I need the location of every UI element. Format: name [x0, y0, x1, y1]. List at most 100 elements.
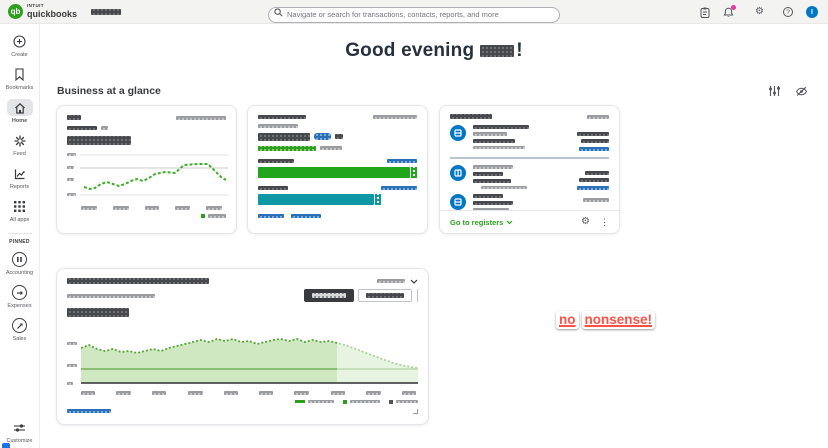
- card-period-dropdown-redacted[interactable]: [373, 115, 417, 119]
- redacted-text: [473, 165, 513, 169]
- redacted-text: [473, 201, 513, 205]
- legend-swatch: [343, 399, 347, 404]
- filter-sliders-icon[interactable]: [768, 85, 781, 97]
- card-menu-redacted[interactable]: [587, 114, 609, 119]
- expenses-bar[interactable]: [258, 193, 374, 205]
- sidebar-item-customize[interactable]: Customize: [0, 419, 39, 444]
- toggle-label-redacted: [366, 293, 404, 298]
- notification-dot-badge: [731, 4, 737, 10]
- badge-redacted: [314, 133, 331, 140]
- quickbooks-logo[interactable]: qb INTUIT quickbooks: [8, 4, 77, 19]
- card-amount-redacted: [67, 308, 129, 317]
- brand-product-label: quickbooks: [27, 8, 78, 19]
- legend-label-redacted: [350, 399, 380, 404]
- card-period-dropdown-redacted[interactable]: [377, 279, 405, 283]
- cashflow-area-chart: [81, 324, 418, 384]
- x-label-redacted: [113, 206, 129, 210]
- account-link-redacted[interactable]: [577, 186, 609, 190]
- reports-chart-icon: [14, 169, 24, 179]
- sidebar-item-reports[interactable]: Reports: [0, 165, 39, 190]
- chat-widget-fragment[interactable]: [2, 443, 10, 448]
- y-tick-redacted: [67, 193, 76, 196]
- sidebar-item-feed[interactable]: Feed: [0, 132, 39, 157]
- left-sidebar: Create Bookmarks Home Feed Reports All a…: [0, 24, 40, 448]
- balance-redacted: [577, 132, 609, 136]
- footer-link-redacted[interactable]: [291, 213, 321, 218]
- more-options-icon[interactable]: ⋮: [600, 217, 609, 227]
- page-greeting: Good evening!: [345, 40, 523, 61]
- y-tick-redacted: [67, 382, 73, 385]
- sidebar-item-accounting[interactable]: Accounting: [0, 251, 39, 276]
- x-label-redacted: [223, 391, 238, 395]
- sidebar-item-bookmarks[interactable]: Bookmarks: [0, 66, 39, 91]
- sidebar-divider: [7, 233, 32, 234]
- greeting-name-redacted: [480, 44, 515, 57]
- bank-icon: [450, 194, 466, 210]
- footer-link-redacted[interactable]: [258, 213, 284, 218]
- footer-link-redacted[interactable]: [67, 409, 111, 413]
- top-bar: qb INTUIT quickbooks ⚙ ? I: [0, 0, 828, 24]
- account-name-redacted: [473, 171, 503, 176]
- widget-settings-gear-icon[interactable]: ⚙: [581, 217, 590, 227]
- sidebar-item-create[interactable]: Create: [0, 33, 39, 58]
- apps-grid-icon: [14, 201, 25, 212]
- bank-icon: [450, 125, 466, 141]
- home-icon: [14, 102, 25, 114]
- green-link-redacted[interactable]: [258, 145, 316, 151]
- redacted-text: [335, 134, 343, 139]
- card-title-redacted: [67, 278, 209, 284]
- account-avatar[interactable]: I: [806, 6, 818, 18]
- bank-account-row[interactable]: [450, 194, 609, 212]
- income-bar-end: [411, 166, 417, 178]
- sidebar-item-home[interactable]: Home: [0, 99, 39, 124]
- redacted-text: [258, 124, 298, 128]
- x-label-redacted: [187, 391, 203, 395]
- x-label-redacted: [206, 206, 222, 210]
- account-divider: [450, 157, 609, 159]
- toggle-money-in[interactable]: [304, 289, 354, 302]
- sidebar-item-expenses[interactable]: Expenses: [0, 284, 39, 309]
- legend-label-redacted: [308, 399, 334, 404]
- income-amount-link-redacted[interactable]: [387, 158, 417, 163]
- hide-eye-icon[interactable]: [795, 86, 808, 97]
- customize-sliders-icon: [14, 423, 25, 432]
- card-amount-redacted: [67, 136, 131, 145]
- help-icon[interactable]: ?: [783, 7, 793, 17]
- settings-gear-icon[interactable]: ⚙: [755, 7, 764, 17]
- balance-redacted: [585, 171, 609, 175]
- balance-redacted: [581, 139, 609, 143]
- x-label-redacted: [365, 391, 381, 395]
- balance-redacted: [579, 178, 609, 182]
- sales-icon: [12, 318, 27, 333]
- tasks-icon[interactable]: [700, 7, 710, 18]
- card-title-redacted: [258, 115, 306, 119]
- global-search: [268, 4, 560, 23]
- trend-line-chart: [80, 154, 228, 196]
- search-input[interactable]: [268, 6, 560, 23]
- notifications-icon[interactable]: [723, 4, 737, 18]
- toggle-money-out[interactable]: [358, 289, 412, 302]
- x-label-redacted: [116, 391, 132, 395]
- card-amount-redacted: [258, 132, 310, 141]
- bank-account-row[interactable]: [450, 165, 609, 190]
- bookmark-icon: [15, 68, 24, 81]
- redacted-text: [473, 178, 511, 183]
- company-name-redacted[interactable]: [91, 8, 122, 15]
- account-name-redacted: [473, 125, 529, 129]
- chevron-down-icon[interactable]: [410, 279, 418, 284]
- sidebar-item-all-apps[interactable]: All apps: [0, 198, 39, 223]
- income-bar[interactable]: [258, 166, 411, 178]
- redacted-text: [67, 115, 81, 120]
- card-title-redacted: [450, 114, 492, 119]
- x-label-redacted: [330, 391, 345, 395]
- go-to-registers-link[interactable]: Go to registers: [450, 218, 513, 227]
- card-period-dropdown-redacted[interactable]: [176, 115, 226, 120]
- x-label-redacted: [175, 206, 190, 210]
- card-tab-dropdown-redacted[interactable]: [67, 126, 97, 130]
- resize-handle[interactable]: [413, 408, 418, 414]
- expenses-amount-link-redacted[interactable]: [381, 185, 417, 190]
- x-label-redacted: [259, 391, 274, 395]
- bank-account-row[interactable]: [450, 125, 609, 151]
- sidebar-item-sales[interactable]: Sales: [0, 317, 39, 342]
- account-link-redacted[interactable]: [579, 147, 609, 151]
